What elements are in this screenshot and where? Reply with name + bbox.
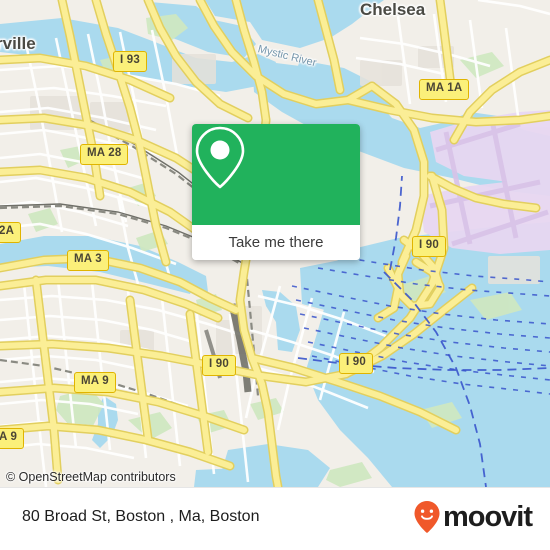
location-pin-icon [195, 126, 245, 189]
moovit-wordmark: moovit [442, 500, 533, 533]
shield-a9: A 9 [0, 428, 25, 449]
shield-ma28: MA 28 [80, 144, 129, 165]
take-me-there-label: Take me there [228, 234, 324, 251]
moovit-map-screenshot: rville Chelsea Mystic River I 93 MA 1A M… [0, 0, 550, 550]
take-me-there-button[interactable]: Take me there [192, 225, 360, 260]
moovit-smiley-pin-icon [414, 501, 440, 533]
shield-ma9: MA 9 [74, 372, 116, 393]
moovit-logo[interactable]: moovit [413, 500, 533, 534]
card-image-area [192, 124, 360, 225]
shield-ma3: MA 3 [67, 250, 109, 271]
shield-i90-central: I 90 [202, 355, 236, 376]
shield-i90-east: I 90 [412, 236, 446, 257]
shield-ma1a: MA 1A [419, 79, 470, 100]
osm-attribution[interactable]: © OpenStreetMap contributors [6, 470, 176, 484]
take-me-there-card[interactable]: Take me there [192, 124, 360, 260]
address-text: 80 Broad St, Boston , Ma, Boston [22, 508, 260, 525]
map-canvas[interactable]: rville Chelsea Mystic River I 93 MA 1A M… [0, 0, 550, 487]
shield-i90-south: I 90 [339, 353, 373, 374]
shield-i93: I 93 [113, 51, 147, 72]
shield-2a: 2A [0, 222, 22, 243]
